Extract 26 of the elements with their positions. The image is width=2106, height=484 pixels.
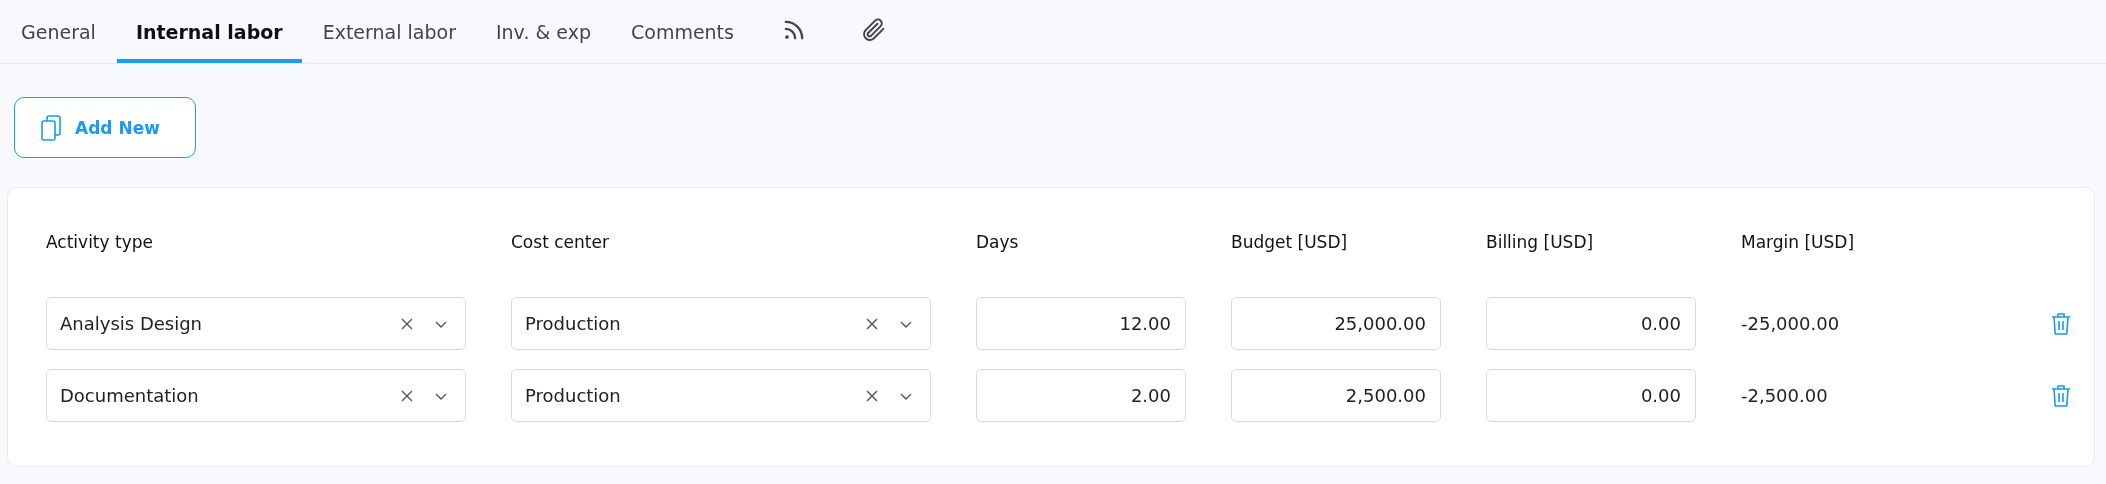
budget-field[interactable]: 2,500.00	[1231, 369, 1441, 422]
tab[interactable]: Comments	[612, 0, 753, 63]
margin-value: -2,500.00	[1741, 385, 1829, 406]
column-header: Margin [USD]	[1741, 232, 1856, 254]
column-header: Activity type	[46, 232, 154, 254]
column-header: Days	[976, 232, 1020, 254]
select-field[interactable]: Analysis Design	[46, 297, 466, 350]
billing-field[interactable]: 0.00	[1486, 297, 1696, 350]
column-header: Cost center	[511, 232, 610, 254]
tab[interactable]: Inv. & exp	[476, 0, 610, 63]
days-field[interactable]: 2.00	[976, 369, 1186, 422]
trash-icon[interactable]	[2051, 311, 2071, 336]
select-field[interactable]: Production	[511, 369, 931, 422]
days-field[interactable]: 12.00	[976, 297, 1186, 350]
budget-field[interactable]: 25,000.00	[1231, 297, 1441, 350]
trash-icon[interactable]	[2051, 383, 2071, 408]
margin-value: -25,000.00	[1741, 313, 1841, 334]
column-header: Budget [USD]	[1231, 232, 1349, 254]
billing-field[interactable]: 0.00	[1486, 369, 1696, 422]
copy-icon	[41, 114, 61, 141]
column-header: Billing [USD]	[1486, 232, 1595, 254]
tab[interactable]: External labor	[303, 0, 475, 63]
select-field[interactable]: Production	[511, 297, 931, 350]
select-field[interactable]: Documentation	[46, 369, 466, 422]
tab[interactable]: General	[2, 0, 115, 63]
tab[interactable]: Internal labor	[116, 0, 302, 63]
